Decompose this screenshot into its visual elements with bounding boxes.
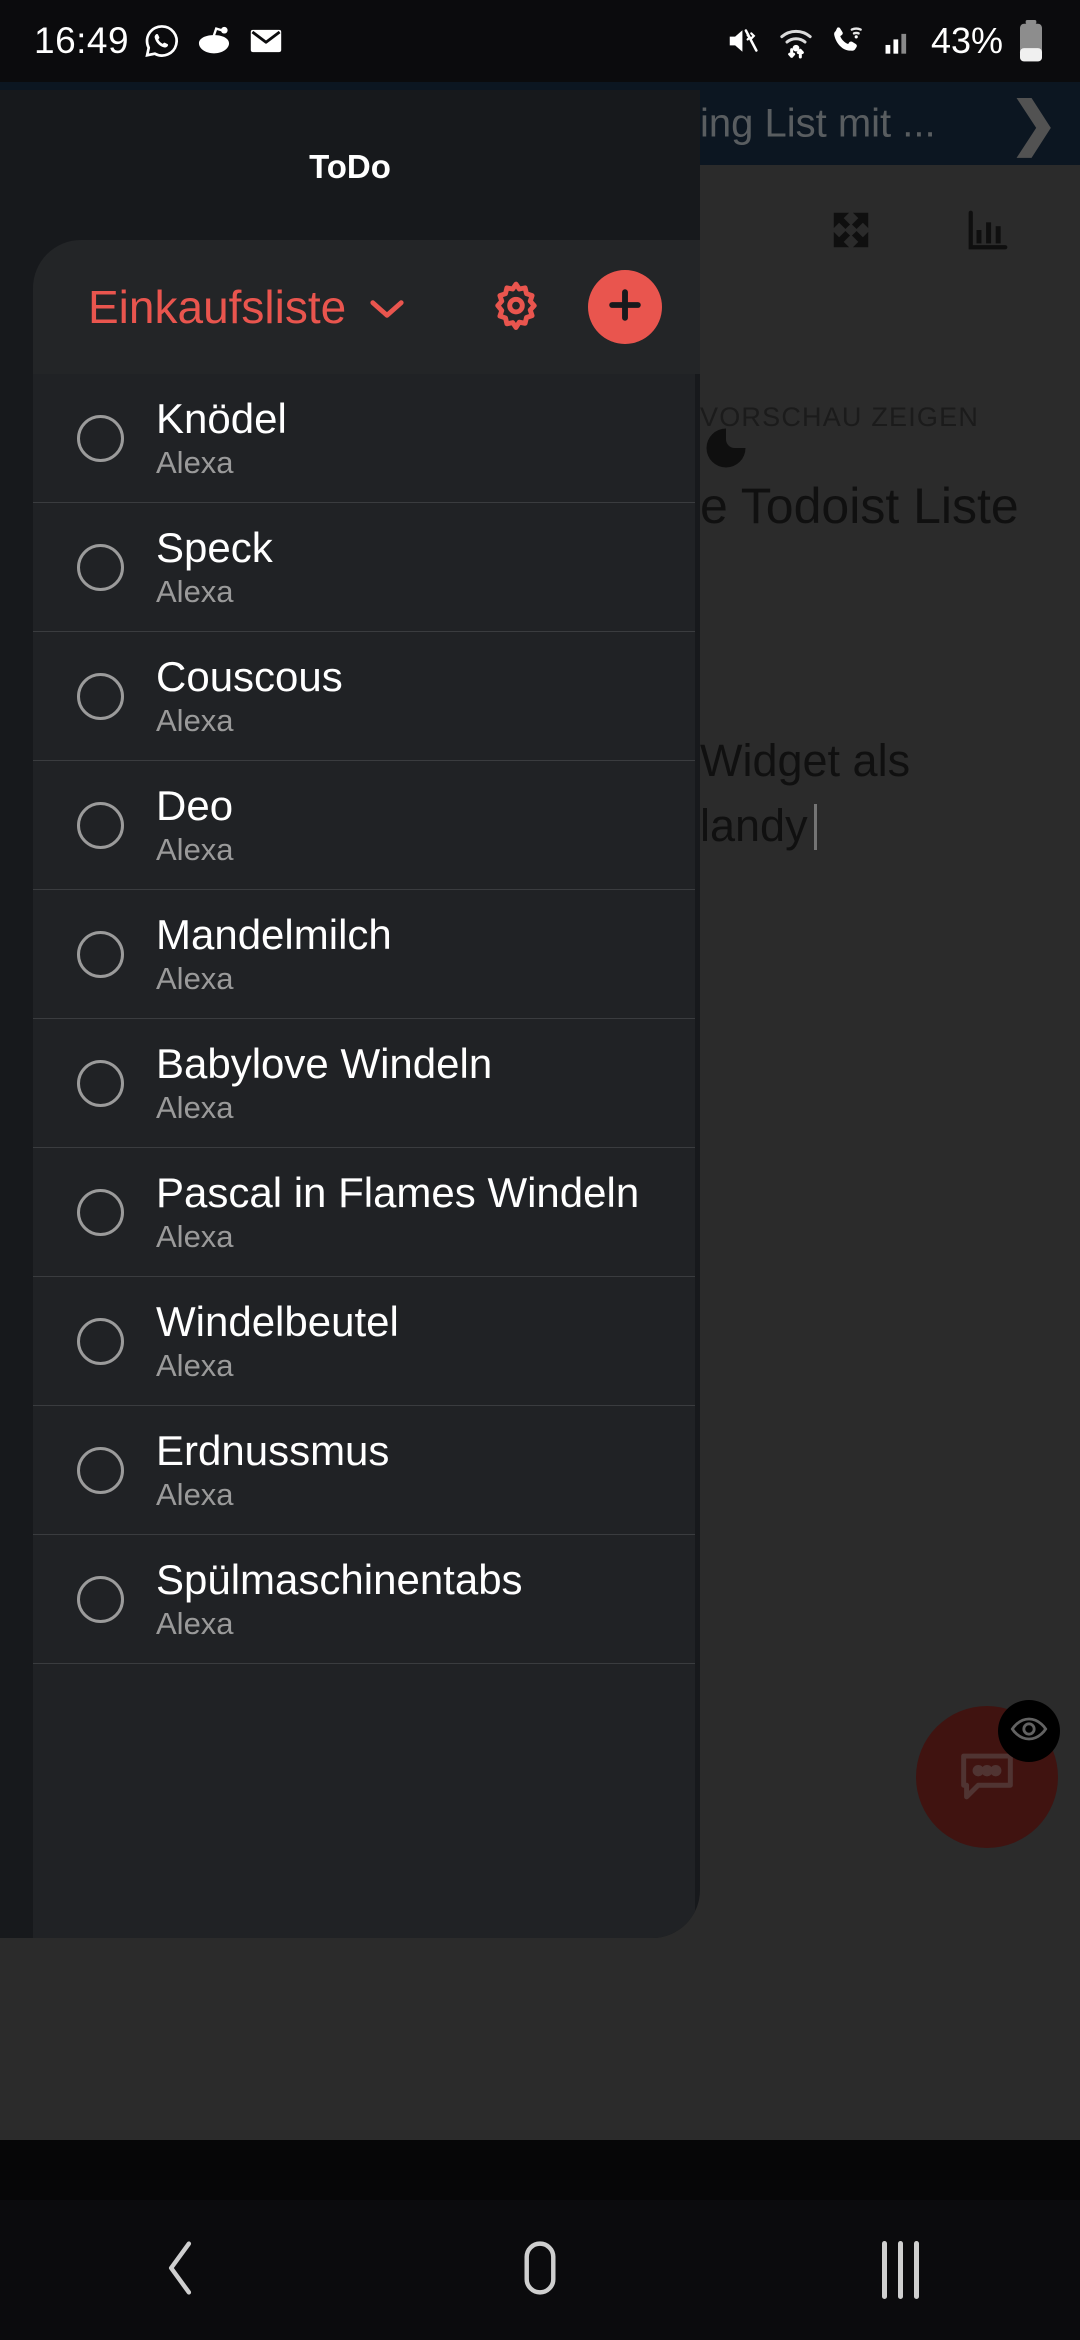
system-nav-bar bbox=[0, 2200, 1080, 2340]
checkbox-circle-icon[interactable] bbox=[77, 1446, 124, 1494]
list-item-text: Couscous Alexa bbox=[156, 652, 343, 738]
signal-bars-icon bbox=[880, 22, 918, 60]
list-item-subtitle: Alexa bbox=[156, 702, 234, 738]
checkbox-circle-icon[interactable] bbox=[77, 672, 124, 720]
list-item-text: Mandelmilch Alexa bbox=[156, 910, 392, 996]
list-item-subtitle: Alexa bbox=[156, 573, 234, 609]
list-item-subtitle: Alexa bbox=[156, 960, 234, 996]
list-item-title: Deo bbox=[156, 781, 234, 829]
list-item-title: Pascal in Flames Windeln bbox=[156, 1168, 640, 1216]
home-circle-icon bbox=[512, 2237, 568, 2304]
list-item[interactable]: Speck Alexa bbox=[33, 503, 695, 632]
chevron-down-icon[interactable] bbox=[368, 293, 406, 327]
checkbox-circle-icon[interactable] bbox=[77, 1317, 124, 1365]
list-item-subtitle: Alexa bbox=[156, 831, 234, 867]
back-chevron-icon bbox=[152, 2237, 208, 2304]
add-task-button[interactable] bbox=[588, 270, 662, 344]
list-item-title: Erdnussmus bbox=[156, 1426, 390, 1474]
list-item-text: Deo Alexa bbox=[156, 781, 234, 867]
nav-back-button[interactable] bbox=[0, 2237, 360, 2304]
gear-icon[interactable] bbox=[488, 279, 544, 335]
list-item-subtitle: Alexa bbox=[156, 1347, 234, 1383]
recents-bars-icon bbox=[881, 2241, 919, 2299]
list-item-title: Mandelmilch bbox=[156, 910, 392, 958]
checkbox-circle-icon[interactable] bbox=[77, 543, 124, 591]
nav-home-button[interactable] bbox=[360, 2237, 720, 2304]
list-item[interactable]: Deo Alexa bbox=[33, 761, 695, 890]
list-item-text: Erdnussmus Alexa bbox=[156, 1426, 390, 1512]
list-item[interactable]: Knödel Alexa bbox=[33, 374, 695, 503]
widget-title: ToDo bbox=[309, 148, 391, 185]
checkbox-circle-icon[interactable] bbox=[77, 1188, 124, 1236]
mute-vibrate-icon bbox=[725, 22, 763, 60]
battery-percent: 43% bbox=[930, 20, 1003, 61]
list-item-text: Pascal in Flames Windeln Alexa bbox=[156, 1168, 640, 1254]
nav-recents-button[interactable] bbox=[720, 2241, 1080, 2299]
list-item[interactable]: Windelbeutel Alexa bbox=[33, 1277, 695, 1406]
list-item-title: Spülmaschinentabs bbox=[156, 1555, 523, 1603]
wifi-transfer-icon bbox=[776, 21, 816, 61]
clock: 16:49 bbox=[34, 20, 130, 61]
status-bar-right: 43% bbox=[725, 19, 1046, 63]
list-item-title: Babylove Windeln bbox=[156, 1039, 493, 1087]
checkbox-circle-icon[interactable] bbox=[77, 801, 124, 849]
list-item[interactable]: Spülmaschinentabs Alexa bbox=[33, 1535, 695, 1664]
mail-icon bbox=[247, 22, 285, 60]
list-item-text: Babylove Windeln Alexa bbox=[156, 1039, 493, 1125]
list-item-subtitle: Alexa bbox=[156, 1476, 234, 1512]
status-bar: 16:49 43% bbox=[0, 0, 1080, 82]
plus-icon bbox=[603, 283, 647, 332]
checkbox-circle-icon[interactable] bbox=[77, 414, 124, 462]
todo-widget-panel: ToDo Einkaufsliste Knödel Alexa Speck Al… bbox=[0, 90, 700, 1938]
list-item-title: Speck bbox=[156, 523, 273, 571]
phone-screen: ing List mit ... ❯ VORSCHAU ZEIGEN e Tod… bbox=[0, 0, 1080, 2340]
checkbox-circle-icon[interactable] bbox=[77, 1059, 124, 1107]
list-selector-label[interactable]: Einkaufsliste bbox=[88, 280, 346, 334]
checkbox-circle-icon[interactable] bbox=[77, 1575, 124, 1623]
battery-icon bbox=[1016, 19, 1046, 63]
todo-list[interactable]: Knödel Alexa Speck Alexa Couscous Alexa Deo Ale… bbox=[33, 374, 695, 1938]
list-item-text: Knödel Alexa bbox=[156, 394, 287, 480]
wifi-calling-icon bbox=[829, 22, 867, 60]
list-item[interactable]: Mandelmilch Alexa bbox=[33, 890, 695, 1019]
list-item[interactable]: Couscous Alexa bbox=[33, 632, 695, 761]
whatsapp-icon bbox=[143, 22, 181, 60]
list-item[interactable]: Pascal in Flames Windeln Alexa bbox=[33, 1148, 695, 1277]
list-item-subtitle: Alexa bbox=[156, 1605, 234, 1641]
widget-header-actions bbox=[488, 270, 700, 344]
list-item-text: Spülmaschinentabs Alexa bbox=[156, 1555, 523, 1641]
checkbox-circle-icon[interactable] bbox=[77, 930, 124, 978]
list-item-subtitle: Alexa bbox=[156, 444, 234, 480]
list-item-title: Couscous bbox=[156, 652, 343, 700]
status-bar-left: 16:49 bbox=[34, 20, 285, 62]
list-item-subtitle: Alexa bbox=[156, 1218, 234, 1254]
list-item-text: Windelbeutel Alexa bbox=[156, 1297, 399, 1383]
widget-header: Einkaufsliste bbox=[33, 240, 700, 374]
list-item[interactable]: Babylove Windeln Alexa bbox=[33, 1019, 695, 1148]
list-item[interactable]: Erdnussmus Alexa bbox=[33, 1406, 695, 1535]
list-item-subtitle: Alexa bbox=[156, 1089, 234, 1125]
list-item-text: Speck Alexa bbox=[156, 523, 273, 609]
reddit-icon bbox=[195, 22, 233, 60]
list-item-title: Windelbeutel bbox=[156, 1297, 399, 1345]
list-item-title: Knödel bbox=[156, 394, 287, 442]
